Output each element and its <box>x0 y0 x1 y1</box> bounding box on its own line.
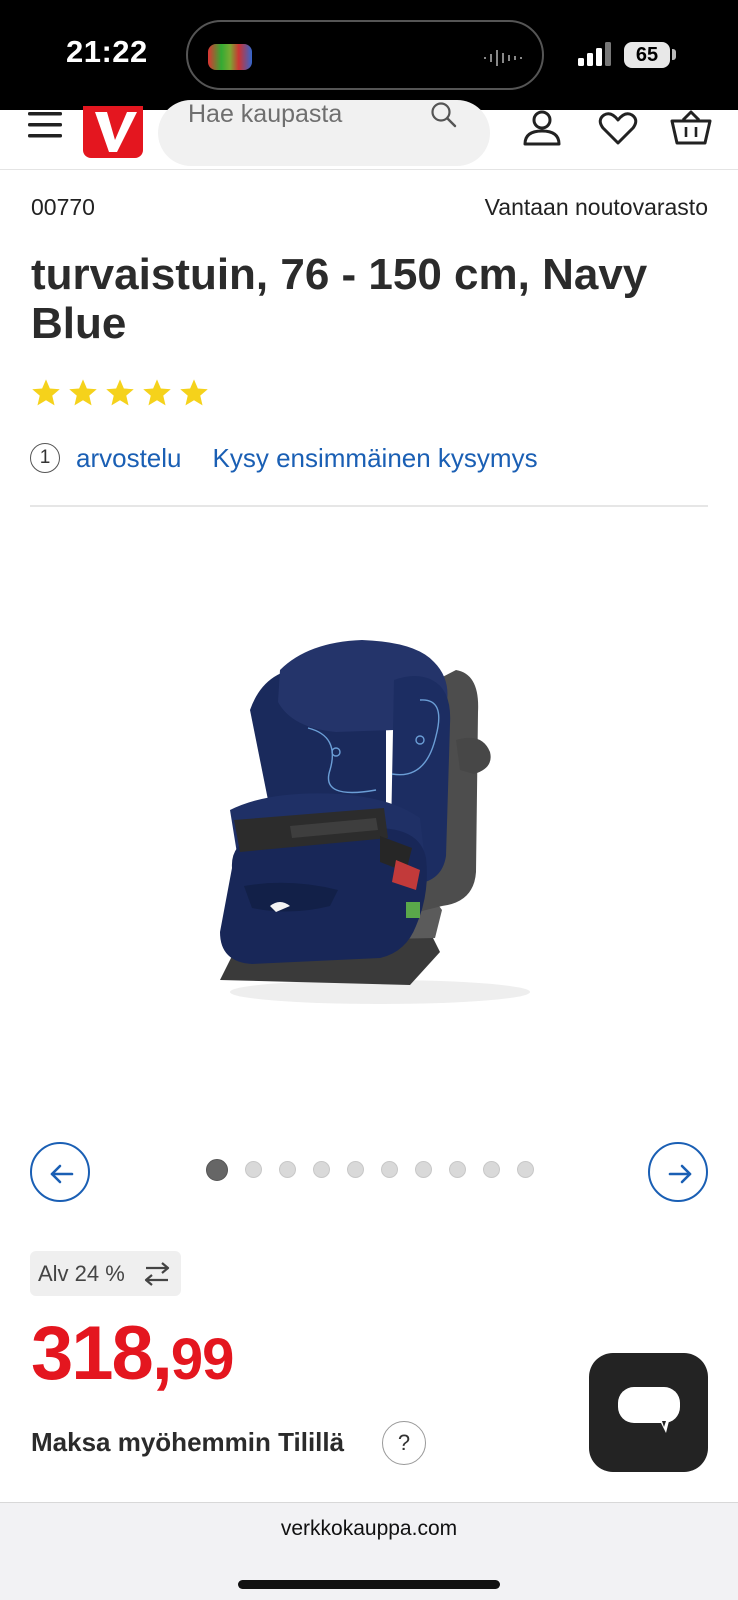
shopping-basket-icon[interactable] <box>670 110 712 146</box>
gallery-dot-9[interactable] <box>483 1161 500 1178</box>
gallery-dot-6[interactable] <box>381 1161 398 1178</box>
audio-wave-icon <box>484 50 522 66</box>
battery-icon: 65 <box>624 42 670 68</box>
gallery-dot-1[interactable] <box>206 1159 228 1181</box>
section-divider <box>30 505 708 507</box>
logo-v-mark <box>95 112 137 152</box>
star-icon <box>143 379 171 406</box>
vat-label: Alv 24 % <box>38 1260 125 1286</box>
price-decimals: 99 <box>170 1327 235 1392</box>
gallery-dot-5[interactable] <box>347 1161 364 1178</box>
gallery-dot-2[interactable] <box>245 1161 262 1178</box>
rating-stars[interactable] <box>30 377 210 409</box>
search-placeholder: Hae kaupasta <box>188 100 343 128</box>
search-icon[interactable] <box>430 101 458 129</box>
status-time: 21:22 <box>66 34 148 69</box>
vat-toggle-button[interactable]: Alv 24 % <box>30 1251 181 1296</box>
dynamic-island <box>186 20 544 90</box>
gallery-dot-10[interactable] <box>517 1161 534 1178</box>
gallery-dot-7[interactable] <box>415 1161 432 1178</box>
account-icon[interactable] <box>522 110 562 146</box>
product-page: 21:22 65 Hae kaupasta 00770 Vantaan nout… <box>0 0 738 1600</box>
review-count-badge: 1 <box>30 443 60 473</box>
pay-later-label: Maksa myöhemmin Tilillä <box>31 1427 345 1457</box>
store-logo[interactable] <box>83 106 143 158</box>
gallery-dot-3[interactable] <box>279 1161 296 1178</box>
browser-url[interactable]: verkkokauppa.com <box>0 1517 738 1541</box>
product-title: turvaistuin, 76 - 150 cm, Navy Blue <box>31 250 648 348</box>
status-bar: 21:22 65 <box>0 0 738 110</box>
product-image-car-seat[interactable] <box>180 640 560 1020</box>
gallery-prev-button[interactable] <box>30 1142 90 1202</box>
swap-arrows-icon <box>144 1262 170 1286</box>
chat-bubble-icon <box>618 1387 680 1433</box>
star-icon <box>106 379 134 406</box>
gallery-dot-8[interactable] <box>449 1161 466 1178</box>
browser-address-bar: verkkokauppa.com <box>0 1502 738 1600</box>
gallery-dot-4[interactable] <box>313 1161 330 1178</box>
arrow-right-icon <box>668 1164 692 1184</box>
reviews-row: 1 arvostelu Kysy ensimmäinen kysymys <box>30 440 538 476</box>
pay-later-help-button[interactable]: ? <box>382 1421 426 1465</box>
arrow-left-icon <box>50 1164 74 1184</box>
star-icon <box>180 379 208 406</box>
home-indicator[interactable] <box>238 1580 500 1589</box>
reviews-link[interactable]: arvostelu <box>76 443 182 474</box>
gallery-next-button[interactable] <box>648 1142 708 1202</box>
chat-button[interactable] <box>589 1353 708 1472</box>
search-input[interactable]: Hae kaupasta <box>158 100 490 166</box>
product-price: 318,99 <box>31 1310 235 1397</box>
battery-tip <box>672 49 676 60</box>
gallery-pagination <box>206 1159 534 1181</box>
cellular-signal-icon <box>578 42 611 66</box>
top-navigation: Hae kaupasta <box>0 100 738 170</box>
star-icon <box>69 379 97 406</box>
price-integer: 318, <box>31 1311 173 1396</box>
hamburger-menu-icon[interactable] <box>28 112 62 138</box>
store-location[interactable]: Vantaan noutovarasto <box>485 194 708 221</box>
live-activity-app-icon <box>208 44 252 70</box>
star-icon <box>32 379 60 406</box>
ask-question-link[interactable]: Kysy ensimmäinen kysymys <box>213 443 538 474</box>
wishlist-heart-icon[interactable] <box>598 112 638 146</box>
product-sku: 00770 <box>31 194 95 220</box>
